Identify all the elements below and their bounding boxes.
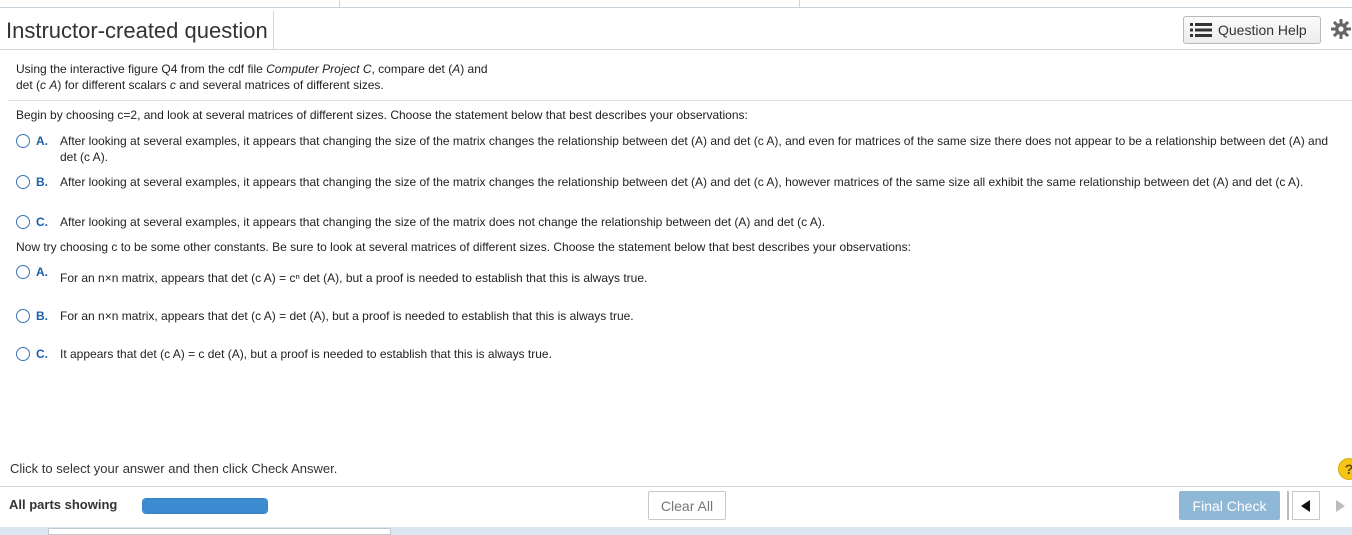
- question-1-prompt: Begin by choosing c=2, and look at sever…: [16, 108, 748, 122]
- question-2-prompt: Now try choosing c to be some other cons…: [16, 240, 911, 254]
- top-tab: [0, 0, 340, 7]
- option-text: For an n×n matrix, appears that det (c A…: [60, 309, 634, 323]
- next-button[interactable]: [1328, 491, 1352, 520]
- question-mark-icon[interactable]: ?: [1338, 458, 1352, 480]
- final-check-button[interactable]: Final Check: [1179, 491, 1280, 520]
- radio-button[interactable]: [16, 175, 30, 189]
- triangle-right-icon: [1336, 499, 1345, 512]
- parts-label: All parts showing: [9, 497, 118, 512]
- divider: [8, 100, 1352, 101]
- browser-top-strip: [0, 0, 1352, 8]
- page-title: Instructor-created question: [6, 18, 268, 43]
- radio-button[interactable]: [16, 215, 30, 229]
- triangle-left-icon: [1301, 499, 1310, 512]
- radio-button[interactable]: [16, 347, 30, 361]
- radio-button[interactable]: [16, 265, 30, 279]
- intro-text: and several matrices of different sizes.: [175, 78, 384, 92]
- taskbar: [0, 527, 1352, 535]
- project-name: Computer Project C: [266, 62, 372, 76]
- question-intro: Using the interactive figure Q4 from the…: [16, 61, 576, 93]
- option-letter: A.: [36, 134, 48, 148]
- option-text: After looking at several examples, it ap…: [60, 175, 1304, 189]
- option-text: For an n×n matrix, appears that det (c A…: [60, 271, 648, 285]
- instruction-text: Click to select your answer and then cli…: [10, 461, 338, 476]
- radio-button[interactable]: [16, 134, 30, 148]
- question-header: Instructor-created question Question Hel…: [0, 9, 1352, 50]
- var-c: c: [40, 78, 47, 92]
- gear-icon[interactable]: [1331, 18, 1351, 40]
- intro-text: ) and: [460, 62, 488, 76]
- option-text: After looking at several examples, it ap…: [60, 134, 1329, 164]
- option-letter: C.: [36, 215, 48, 229]
- clear-all-button[interactable]: Clear All: [648, 491, 726, 520]
- option-letter: B.: [36, 309, 48, 323]
- option-text: It appears that det (c A) = c det (A), b…: [60, 347, 552, 361]
- intro-text: det (: [16, 78, 41, 92]
- nav-divider: [1287, 491, 1289, 520]
- option-letter: C.: [36, 347, 48, 361]
- bottom-toolbar: All parts showing Clear All Final Check: [0, 486, 1352, 526]
- intro-text: Using the interactive figure Q4 from the…: [16, 62, 267, 76]
- question-help-label: Question Help: [1218, 22, 1307, 38]
- previous-button[interactable]: [1292, 491, 1320, 520]
- taskbar-search[interactable]: [48, 528, 391, 535]
- title-divider: [273, 11, 274, 49]
- option-letter: B.: [36, 175, 48, 189]
- progress-fill: [143, 499, 267, 513]
- list-icon: [1190, 23, 1212, 37]
- option-letter: A.: [36, 265, 48, 279]
- progress-bar: [142, 498, 268, 514]
- intro-text: , compare det (: [371, 62, 453, 76]
- option-text: After looking at several examples, it ap…: [60, 215, 826, 229]
- intro-text: ) for different scalars: [57, 78, 170, 92]
- question-help-button[interactable]: Question Help: [1183, 16, 1321, 44]
- top-tab: [570, 0, 800, 7]
- radio-button[interactable]: [16, 309, 30, 323]
